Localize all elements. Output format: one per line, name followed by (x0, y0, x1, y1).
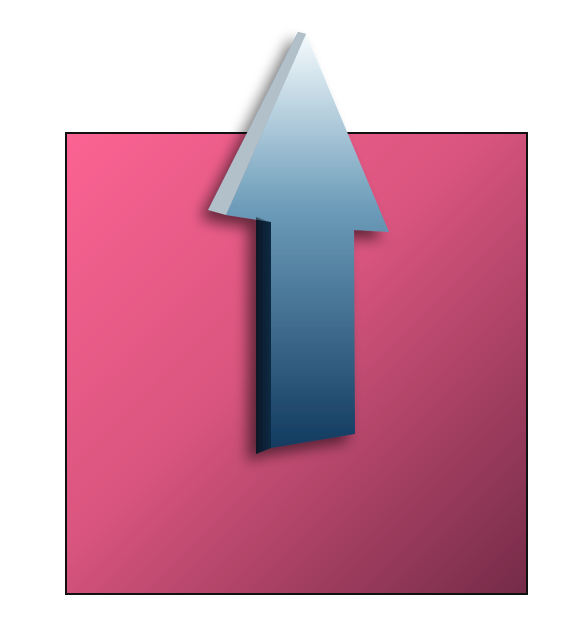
illustration-canvas (65, 32, 528, 595)
arrow-shaft-edge (256, 217, 271, 454)
